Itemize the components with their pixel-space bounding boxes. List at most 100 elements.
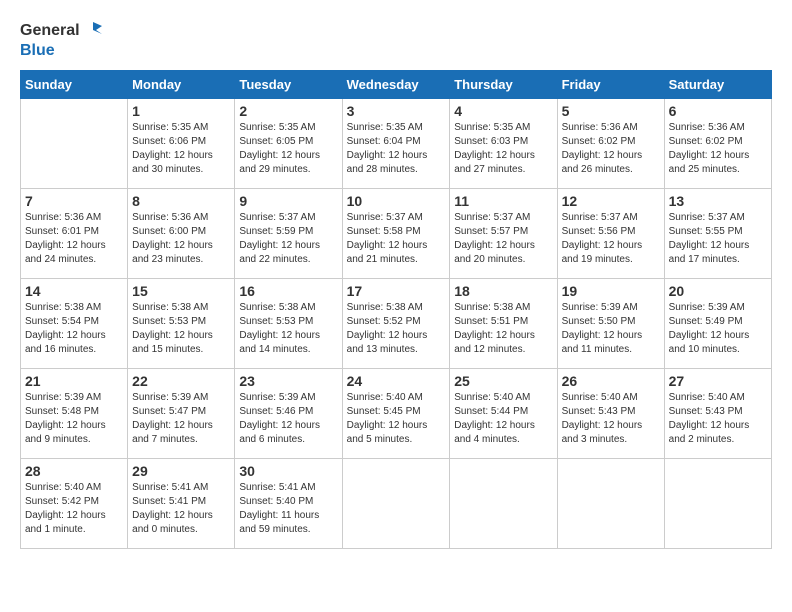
logo-flag-icon (82, 20, 104, 42)
page-header: General Blue (20, 20, 772, 60)
day-info: Sunrise: 5:35 AMSunset: 6:06 PMDaylight:… (132, 121, 230, 177)
calendar-cell: 27Sunrise: 5:40 AMSunset: 5:43 PMDayligh… (664, 368, 771, 458)
calendar-cell: 23Sunrise: 5:39 AMSunset: 5:46 PMDayligh… (235, 368, 342, 458)
day-info: Sunrise: 5:35 AMSunset: 6:04 PMDaylight:… (347, 121, 446, 177)
col-header-thursday: Thursday (450, 70, 557, 98)
day-info: Sunrise: 5:38 AMSunset: 5:52 PMDaylight:… (347, 301, 446, 357)
day-info: Sunrise: 5:39 AMSunset: 5:46 PMDaylight:… (239, 391, 337, 447)
day-number: 16 (239, 283, 337, 299)
day-info: Sunrise: 5:36 AMSunset: 6:02 PMDaylight:… (562, 121, 660, 177)
day-info: Sunrise: 5:36 AMSunset: 6:00 PMDaylight:… (132, 211, 230, 267)
day-info: Sunrise: 5:36 AMSunset: 6:01 PMDaylight:… (25, 211, 123, 267)
calendar-cell: 17Sunrise: 5:38 AMSunset: 5:52 PMDayligh… (342, 278, 450, 368)
calendar-cell (664, 458, 771, 548)
calendar-table: SundayMondayTuesdayWednesdayThursdayFrid… (20, 70, 772, 549)
logo-blue-text: Blue (20, 42, 104, 60)
col-header-friday: Friday (557, 70, 664, 98)
calendar-cell: 10Sunrise: 5:37 AMSunset: 5:58 PMDayligh… (342, 188, 450, 278)
calendar-cell: 15 Sunrise: 5:38 AMSunset: 5:53 PMDayligh… (128, 278, 235, 368)
day-number: 14 (25, 283, 123, 299)
calendar-cell (342, 458, 450, 548)
calendar-cell: 25 Sunrise: 5:40 AMSunset: 5:44 PMDayligh… (450, 368, 557, 458)
logo: General Blue (20, 20, 104, 60)
calendar-cell: 5 Sunrise: 5:36 AMSunset: 6:02 PMDaylight… (557, 98, 664, 188)
day-number: 8 (132, 193, 230, 209)
week-row-1: 1 Sunrise: 5:35 AMSunset: 6:06 PMDaylight… (21, 98, 772, 188)
day-number: 2 (239, 103, 337, 119)
day-info: Sunrise: 5:35 AMSunset: 6:05 PMDaylight:… (239, 121, 337, 177)
calendar-cell: 18 Sunrise: 5:38 AMSunset: 5:51 PMDayligh… (450, 278, 557, 368)
day-number: 12 (562, 193, 660, 209)
day-number: 1 (132, 103, 230, 119)
day-number: 3 (347, 103, 446, 119)
day-info: Sunrise: 5:35 AMSunset: 6:03 PMDaylight:… (454, 121, 552, 177)
day-info: Sunrise: 5:39 AMSunset: 5:48 PMDaylight:… (25, 391, 123, 447)
day-info: Sunrise: 5:39 AMSunset: 5:50 PMDaylight:… (562, 301, 660, 357)
calendar-cell: 8 Sunrise: 5:36 AMSunset: 6:00 PMDaylight… (128, 188, 235, 278)
day-info: Sunrise: 5:37 AMSunset: 5:57 PMDaylight:… (454, 211, 552, 267)
calendar-cell: 29 Sunrise: 5:41 AMSunset: 5:41 PMDayligh… (128, 458, 235, 548)
calendar-cell: 20 Sunrise: 5:39 AMSunset: 5:49 PMDayligh… (664, 278, 771, 368)
day-number: 24 (347, 373, 446, 389)
calendar-cell: 6 Sunrise: 5:36 AMSunset: 6:02 PMDaylight… (664, 98, 771, 188)
day-info: Sunrise: 5:41 AMSunset: 5:41 PMDaylight:… (132, 481, 230, 537)
day-number: 20 (669, 283, 767, 299)
calendar-cell: 4 Sunrise: 5:35 AMSunset: 6:03 PMDaylight… (450, 98, 557, 188)
col-header-sunday: Sunday (21, 70, 128, 98)
week-row-3: 14 Sunrise: 5:38 AMSunset: 5:54 PMDayligh… (21, 278, 772, 368)
col-header-wednesday: Wednesday (342, 70, 450, 98)
calendar-cell: 11 Sunrise: 5:37 AMSunset: 5:57 PMDayligh… (450, 188, 557, 278)
day-info: Sunrise: 5:39 AMSunset: 5:49 PMDaylight:… (669, 301, 767, 357)
calendar-cell: 2 Sunrise: 5:35 AMSunset: 6:05 PMDaylight… (235, 98, 342, 188)
week-row-2: 7 Sunrise: 5:36 AMSunset: 6:01 PMDaylight… (21, 188, 772, 278)
day-number: 26 (562, 373, 660, 389)
day-number: 19 (562, 283, 660, 299)
calendar-cell: 19 Sunrise: 5:39 AMSunset: 5:50 PMDayligh… (557, 278, 664, 368)
day-number: 4 (454, 103, 552, 119)
calendar-cell (450, 458, 557, 548)
day-number: 30 (239, 463, 337, 479)
week-row-4: 21 Sunrise: 5:39 AMSunset: 5:48 PMDayligh… (21, 368, 772, 458)
calendar-cell: 13Sunrise: 5:37 AMSunset: 5:55 PMDayligh… (664, 188, 771, 278)
day-info: Sunrise: 5:40 AMSunset: 5:44 PMDaylight:… (454, 391, 552, 447)
calendar-cell: 26 Sunrise: 5:40 AMSunset: 5:43 PMDayligh… (557, 368, 664, 458)
calendar-cell: 22Sunrise: 5:39 AMSunset: 5:47 PMDayligh… (128, 368, 235, 458)
day-info: Sunrise: 5:40 AMSunset: 5:43 PMDaylight:… (669, 391, 767, 447)
calendar-cell: 7 Sunrise: 5:36 AMSunset: 6:01 PMDaylight… (21, 188, 128, 278)
day-number: 18 (454, 283, 552, 299)
day-info: Sunrise: 5:36 AMSunset: 6:02 PMDaylight:… (669, 121, 767, 177)
logo-general-text: General (20, 22, 80, 40)
calendar-cell: 9 Sunrise: 5:37 AMSunset: 5:59 PMDaylight… (235, 188, 342, 278)
calendar-cell: 28Sunrise: 5:40 AMSunset: 5:42 PMDayligh… (21, 458, 128, 548)
day-info: Sunrise: 5:41 AMSunset: 5:40 PMDaylight:… (239, 481, 337, 537)
day-number: 21 (25, 373, 123, 389)
day-number: 15 (132, 283, 230, 299)
col-header-tuesday: Tuesday (235, 70, 342, 98)
day-info: Sunrise: 5:40 AMSunset: 5:42 PMDaylight:… (25, 481, 123, 537)
calendar-cell: 30 Sunrise: 5:41 AMSunset: 5:40 PMDayligh… (235, 458, 342, 548)
day-info: Sunrise: 5:38 AMSunset: 5:51 PMDaylight:… (454, 301, 552, 357)
day-number: 9 (239, 193, 337, 209)
day-info: Sunrise: 5:37 AMSunset: 5:59 PMDaylight:… (239, 211, 337, 267)
calendar-cell: 3 Sunrise: 5:35 AMSunset: 6:04 PMDaylight… (342, 98, 450, 188)
day-number: 5 (562, 103, 660, 119)
day-info: Sunrise: 5:37 AMSunset: 5:56 PMDaylight:… (562, 211, 660, 267)
col-header-saturday: Saturday (664, 70, 771, 98)
day-info: Sunrise: 5:38 AMSunset: 5:53 PMDaylight:… (132, 301, 230, 357)
day-number: 6 (669, 103, 767, 119)
week-row-5: 28Sunrise: 5:40 AMSunset: 5:42 PMDayligh… (21, 458, 772, 548)
calendar-cell: 14 Sunrise: 5:38 AMSunset: 5:54 PMDayligh… (21, 278, 128, 368)
day-info: Sunrise: 5:40 AMSunset: 5:43 PMDaylight:… (562, 391, 660, 447)
day-number: 7 (25, 193, 123, 209)
day-number: 22 (132, 373, 230, 389)
calendar-cell: 12 Sunrise: 5:37 AMSunset: 5:56 PMDayligh… (557, 188, 664, 278)
day-number: 29 (132, 463, 230, 479)
calendar-cell (21, 98, 128, 188)
day-number: 11 (454, 193, 552, 209)
calendar-cell: 21 Sunrise: 5:39 AMSunset: 5:48 PMDayligh… (21, 368, 128, 458)
day-number: 25 (454, 373, 552, 389)
day-info: Sunrise: 5:38 AMSunset: 5:54 PMDaylight:… (25, 301, 123, 357)
calendar-cell: 1 Sunrise: 5:35 AMSunset: 6:06 PMDaylight… (128, 98, 235, 188)
day-info: Sunrise: 5:40 AMSunset: 5:45 PMDaylight:… (347, 391, 446, 447)
day-number: 13 (669, 193, 767, 209)
